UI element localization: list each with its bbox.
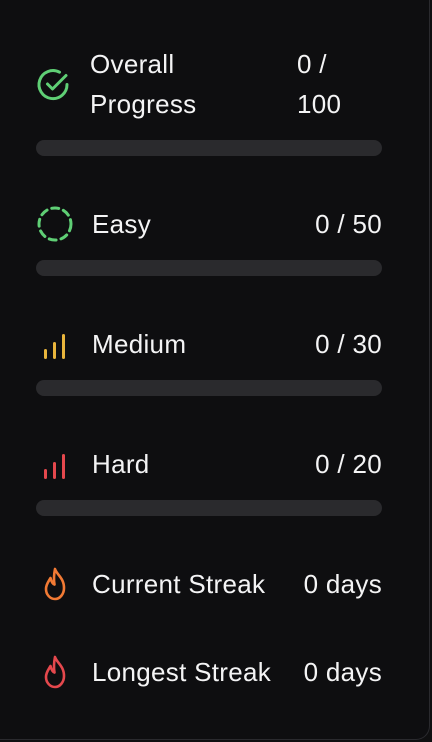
easy-label: Easy: [92, 209, 152, 239]
flame-icon: [36, 653, 74, 691]
overall-progress-row: Overall Progress 0 / 100: [36, 44, 382, 128]
medium-progress-bar: [36, 380, 382, 396]
hard-label: Hard: [92, 449, 150, 479]
medium-label: Medium: [92, 329, 187, 359]
medium-row: Medium 0 / 30: [36, 324, 382, 364]
dashed-circle-icon: [36, 205, 74, 243]
medium-value: 0 / 30: [315, 329, 382, 359]
current-streak-value: 0 days: [303, 569, 382, 599]
longest-streak-value: 0 days: [303, 657, 382, 687]
easy-row: Easy 0 / 50: [36, 204, 382, 244]
easy-progress-bar: [36, 260, 382, 276]
signal-bars-icon: [36, 325, 74, 363]
check-circle-icon: [36, 66, 74, 104]
hard-progress-bar: [36, 500, 382, 516]
hard-row: Hard 0 / 20: [36, 444, 382, 484]
hard-value: 0 / 20: [315, 449, 382, 479]
progress-stats-card: Overall Progress 0 / 100 Easy 0 / 50 Med…: [0, 0, 430, 740]
overall-progress-label: Overall Progress: [90, 49, 197, 119]
easy-value: 0 / 50: [315, 209, 382, 239]
overall-progress-value: 0 / 100: [297, 49, 342, 119]
signal-bars-icon: [36, 445, 74, 483]
overall-progress-bar: [36, 140, 382, 156]
flame-icon: [36, 565, 74, 603]
current-streak-row: Current Streak 0 days: [36, 564, 382, 604]
longest-streak-label: Longest Streak: [92, 657, 272, 687]
longest-streak-row: Longest Streak 0 days: [36, 652, 382, 692]
current-streak-label: Current Streak: [92, 569, 266, 599]
